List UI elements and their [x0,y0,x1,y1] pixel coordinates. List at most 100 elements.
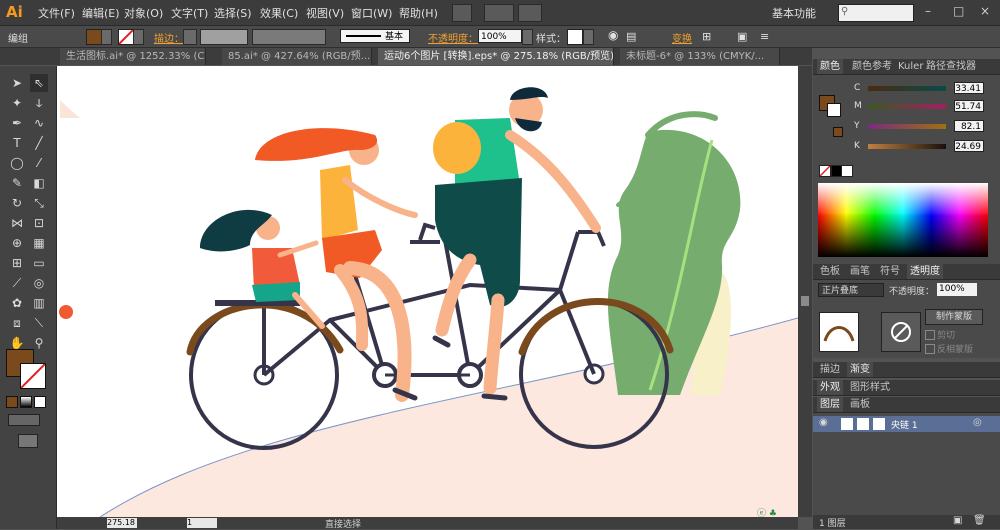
layer-row[interactable]: ◉ 央链 1 ◎ [813,416,1000,432]
menu-window[interactable]: 窗口(W) [351,5,392,21]
channel-m-value[interactable]: 51.74 [954,100,984,112]
tab-appearance[interactable]: 外观 [817,380,843,395]
target-icon[interactable]: ◎ [973,417,982,428]
panel-menu-icon[interactable]: ≡ [760,30,769,43]
symbol-sprayer-icon[interactable]: ✿ [8,294,26,312]
pencil-icon[interactable]: ✎ [8,174,26,192]
tab-symbols[interactable]: 符号 [877,264,903,279]
artboard[interactable] [57,66,798,517]
tab-transparency[interactable]: 透明度 [907,264,943,279]
graphic-style-swatch[interactable] [567,29,583,45]
new-layer-icon[interactable]: ▣ [953,515,962,526]
menu-view[interactable]: 视图(V) [306,5,344,21]
channel-y-value[interactable]: 82.1 [954,120,984,132]
none-mode-button[interactable] [34,396,46,408]
none-swatch[interactable] [819,165,831,177]
menu-type[interactable]: 文字(T) [171,5,208,21]
paintbrush-icon[interactable]: ⁄ [30,154,48,172]
eraser-icon[interactable]: ◧ [30,174,48,192]
tab-layers[interactable]: 图层 [817,397,843,412]
zoom-field[interactable]: 275.18 [107,518,137,528]
channel-c-value[interactable]: 33.41 [954,82,984,94]
menu-file[interactable]: 文件(F) [38,5,75,21]
tab-swatches[interactable]: 色板 [817,264,843,279]
selection-tool-icon[interactable]: ➤ [8,74,26,92]
recolor-icon[interactable]: ◉ [608,28,618,42]
ellipse-tool-icon[interactable]: ◯ [8,154,26,172]
delete-layer-icon[interactable]: 🗑 [973,515,986,526]
draw-mode-icon[interactable] [8,414,40,426]
color-spectrum[interactable] [818,183,988,257]
tab-artboards[interactable]: 画板 [847,397,873,412]
opacity-field[interactable]: 100% [478,29,522,43]
clip-checkbox[interactable] [925,330,935,340]
vertical-scrollbar[interactable] [798,66,812,517]
canvas-area[interactable]: ⓔ ♣ [57,66,798,517]
tab-document-3[interactable]: 运动6个图片 [转换].eps* @ 275.18% (RGB/预览) [378,48,614,65]
stroke-dropdown[interactable] [133,29,144,45]
stroke-color-box[interactable] [20,363,46,389]
stroke-weight-field[interactable] [200,29,248,45]
workspace-switcher[interactable]: 基本功能 [772,5,816,21]
status-tool-info[interactable]: 直接选择 [325,517,361,530]
slice-tool-icon[interactable]: ⟍ [30,314,48,332]
stroke-swatch[interactable] [118,29,134,45]
pen-tool-icon[interactable]: ✒ [8,114,26,132]
tab-gradient[interactable]: 渐变 [847,362,873,377]
blend-mode-select[interactable]: 正片叠底 [818,283,884,297]
close-button[interactable]: × [980,4,990,18]
make-mask-button[interactable]: 制作蒙版 [925,309,983,325]
isolate-icon[interactable]: ▣ [737,30,747,43]
tab-brushes[interactable]: 画笔 [847,264,873,279]
scale-icon[interactable]: ⤡ [30,194,48,212]
menu-effect[interactable]: 效果(C) [260,5,298,21]
channel-c-slider[interactable] [868,86,946,91]
curvature-tool-icon[interactable]: ∿ [30,114,48,132]
channel-y-slider[interactable] [868,124,946,129]
artboard-tool-icon[interactable]: ⧈ [8,314,26,332]
stroke-weight-stepper[interactable] [183,29,197,45]
tab-pathfinder[interactable]: 路径查找器 [923,59,979,74]
variable-width-profile[interactable] [252,29,326,45]
transform-options-icon[interactable]: ⊞ [702,30,711,43]
brush-definition[interactable]: 基本 [340,29,410,43]
channel-k-slider[interactable] [868,144,946,149]
menu-object[interactable]: 对象(O) [124,5,163,21]
screen-mode-icon[interactable] [18,434,38,448]
eyedropper-icon[interactable]: ⟋ [8,274,26,292]
tab-document-4[interactable]: 未标题-6* @ 133% (CMYK/... [620,48,780,65]
menu-select[interactable]: 选择(S) [214,5,252,21]
arrange-documents-icon[interactable] [484,4,514,22]
type-tool-icon[interactable]: T [8,134,26,152]
shape-builder-icon[interactable]: ⊕ [8,234,26,252]
artwork-illustration[interactable] [57,66,798,517]
column-graph-icon[interactable]: ▥ [30,294,48,312]
mask-thumbnail[interactable] [881,312,921,352]
gradient-mode-button[interactable] [20,396,32,408]
layer-name[interactable]: 央链 1 [891,418,918,431]
tab-graphic-styles[interactable]: 图形样式 [847,380,893,395]
lasso-icon[interactable]: ↆ [30,94,48,112]
menu-help[interactable]: 帮助(H) [399,5,438,21]
opacity-dropdown[interactable] [522,29,533,45]
align-icon[interactable]: ▤ [626,30,636,43]
rotate-icon[interactable]: ↻ [8,194,26,212]
line-tool-icon[interactable]: ╱ [30,134,48,152]
tab-document-1[interactable]: 生活图标.ai* @ 1252.33% (C... [60,48,206,65]
fill-swatch[interactable] [86,29,102,45]
magic-wand-icon[interactable]: ✦ [8,94,26,112]
artboard-navigator[interactable]: 1 [187,518,217,528]
tab-kuler[interactable]: Kuler [895,59,926,74]
gpu-icon[interactable] [518,4,542,22]
tab-stroke[interactable]: 描边 [817,362,843,377]
tab-color[interactable]: 颜色 [817,59,843,74]
out-of-gamut-swatch[interactable] [833,127,843,137]
opacity-label[interactable]: 不透明度： [428,30,478,45]
color-stroke-box[interactable] [827,103,841,117]
minimize-button[interactable]: – [925,4,931,18]
direct-selection-tool-icon[interactable]: ⇖ [30,74,48,92]
stroke-label[interactable]: 描边： [154,30,184,45]
invert-mask-checkbox[interactable] [925,344,935,354]
graphic-style-dropdown[interactable] [583,29,594,45]
tab-document-2[interactable]: 85.ai* @ 427.64% (RGB/预... [222,48,372,65]
